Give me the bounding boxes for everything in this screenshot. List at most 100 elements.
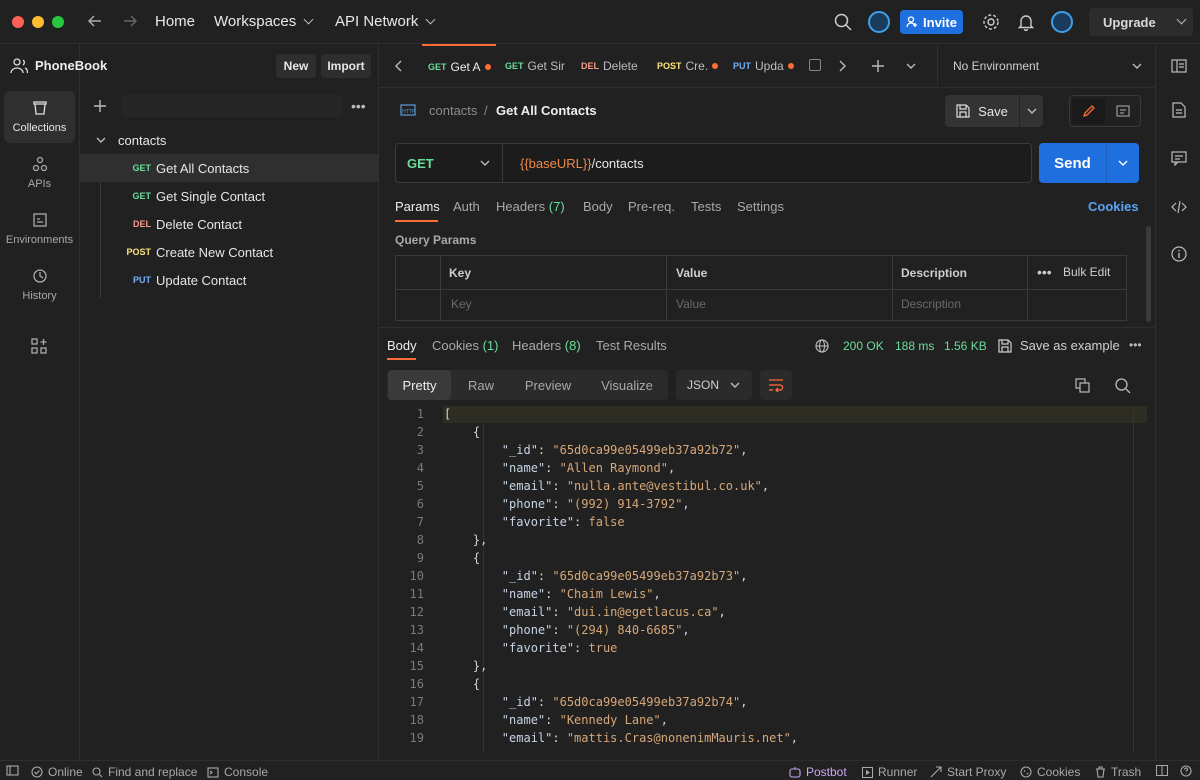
response-body-code[interactable]: 1 [2 {3 "_id": "65d0ca99e05499eb37a92b72"… [379, 405, 1147, 752]
response-size[interactable]: 1.56 KB [944, 339, 987, 353]
environment-selector[interactable]: No Environment [953, 59, 1039, 73]
wrap-lines-icon[interactable] [760, 370, 792, 400]
search-collections-input[interactable] [121, 95, 343, 117]
close-window-button[interactable] [12, 16, 24, 28]
response-tab-cookies[interactable]: Cookies (1) [432, 338, 498, 353]
tab-settings[interactable]: Settings [737, 199, 784, 214]
save-button[interactable]: Save [945, 95, 1019, 127]
search-icon[interactable] [834, 13, 852, 31]
two-pane-view-icon[interactable] [1156, 765, 1168, 776]
bulk-edit-button[interactable]: Bulk Edit [1063, 265, 1110, 279]
save-as-example-button[interactable]: Save as example [998, 338, 1120, 353]
chevron-left-icon[interactable] [395, 60, 403, 72]
tab-get-single-contact[interactable]: GET Get Sir [501, 44, 569, 88]
response-tab-headers[interactable]: Headers (8) [512, 338, 581, 353]
response-tab-body[interactable]: Body [387, 338, 417, 353]
cookies-button[interactable]: Cookies [1020, 765, 1080, 779]
help-icon[interactable] [1180, 765, 1192, 777]
add-collection-icon[interactable] [93, 99, 107, 113]
view-visualize[interactable]: Visualize [593, 370, 661, 400]
team-avatar[interactable] [868, 11, 890, 33]
method-select[interactable]: GET [396, 144, 503, 182]
layout-panel-icon[interactable] [1171, 58, 1187, 74]
more-options-icon[interactable]: ••• [1037, 264, 1052, 280]
rail-item-apis[interactable]: APIs [4, 147, 75, 199]
search-icon[interactable] [1115, 378, 1131, 394]
tab-params[interactable]: Params [395, 199, 440, 214]
tab-headers[interactable]: Headers (7) [496, 199, 565, 214]
maximize-window-button[interactable] [52, 16, 64, 28]
sidebar-request-get-all-contacts[interactable]: GET Get All Contacts [80, 154, 379, 182]
api-network-menu[interactable]: API Network [335, 13, 436, 30]
rail-item-history[interactable]: History [4, 259, 75, 311]
sidebar-request-update-contact[interactable]: PUT Update Contact [80, 266, 379, 294]
view-preview[interactable]: Preview [516, 370, 580, 400]
format-select[interactable]: JSON [676, 370, 752, 400]
import-button[interactable]: Import [321, 54, 371, 78]
value-input[interactable]: Value [676, 297, 706, 311]
request-scrollbar[interactable] [1146, 226, 1151, 322]
runner-button[interactable]: Runner [862, 765, 917, 779]
code-scrollbar[interactable] [1133, 405, 1134, 752]
tabs-menu-chevron-icon[interactable] [906, 61, 916, 71]
tab-body[interactable]: Body [583, 199, 613, 214]
new-tab-plus-icon[interactable] [871, 59, 885, 73]
more-options-icon[interactable]: ••• [351, 98, 366, 114]
toggle-sidebar-icon[interactable] [6, 765, 19, 776]
documentation-icon[interactable] [1172, 102, 1186, 118]
globe-icon[interactable] [815, 339, 829, 353]
user-avatar[interactable] [1051, 11, 1073, 33]
rail-item-collections[interactable]: Collections [4, 91, 75, 143]
workspaces-menu[interactable]: Workspaces [214, 13, 314, 30]
postbot-button[interactable]: Postbot [789, 765, 847, 779]
online-status[interactable]: Online [31, 765, 83, 779]
pane-divider[interactable] [379, 327, 1155, 328]
sidebar-request-delete-contact[interactable]: DEL Delete Contact [80, 210, 379, 238]
find-replace-button[interactable]: Find and replace [92, 765, 197, 779]
trash-button[interactable]: Trash [1095, 765, 1141, 779]
cookies-link[interactable]: Cookies [1088, 199, 1139, 214]
sidebar-request-get-single-contact[interactable]: GET Get Single Contact [80, 182, 379, 210]
tab-update-contact[interactable]: PUT Upda [729, 44, 799, 88]
tab-tests[interactable]: Tests [691, 199, 721, 214]
rail-item-environments[interactable]: Environments [4, 203, 75, 255]
key-input[interactable]: Key [451, 297, 472, 311]
view-pretty[interactable]: Pretty [388, 370, 451, 400]
info-icon[interactable] [1171, 246, 1187, 262]
description-input[interactable]: Description [901, 297, 961, 311]
minimize-window-button[interactable] [32, 16, 44, 28]
settings-gear-icon[interactable] [982, 13, 1000, 31]
back-arrow-icon[interactable] [87, 13, 103, 29]
breadcrumb-parent[interactable]: contacts [429, 103, 477, 118]
send-options-chevron-icon[interactable] [1107, 143, 1139, 183]
save-options-chevron-icon[interactable] [1020, 95, 1043, 127]
code-snippet-icon[interactable] [1171, 200, 1187, 214]
comments-icon[interactable] [1171, 151, 1187, 166]
tab-delete-contact[interactable]: DEL Delete [577, 44, 645, 88]
notifications-bell-icon[interactable] [1018, 13, 1034, 31]
configure-sidebar-icon[interactable] [31, 338, 47, 354]
comments-icon[interactable] [1108, 98, 1138, 124]
tab-get-all-contacts[interactable]: GET Get A [422, 44, 496, 88]
edit-pencil-icon[interactable] [1072, 98, 1105, 124]
copy-icon[interactable] [1075, 378, 1090, 393]
new-button[interactable]: New [276, 54, 316, 78]
invite-button[interactable]: Invite [900, 10, 963, 34]
forward-arrow-icon[interactable] [122, 13, 138, 29]
chevron-right-icon[interactable] [838, 60, 846, 72]
response-tab-test-results[interactable]: Test Results [596, 338, 667, 353]
tab-create-new-contact[interactable]: POST Cre. [653, 44, 723, 88]
collection-folder-contacts[interactable]: contacts [80, 126, 379, 154]
chevron-down-icon[interactable] [1132, 61, 1142, 71]
response-status[interactable]: 200 OK [843, 339, 884, 353]
start-proxy-button[interactable]: Start Proxy [930, 765, 1006, 779]
console-button[interactable]: Console [207, 765, 268, 779]
url-input[interactable]: {{baseURL}}/contacts [520, 144, 644, 182]
overflow-tab-icon[interactable] [809, 59, 821, 71]
upgrade-button[interactable]: Upgrade [1089, 8, 1193, 36]
tab-auth[interactable]: Auth [453, 199, 480, 214]
home-link[interactable]: Home [155, 13, 195, 30]
send-button[interactable]: Send [1039, 143, 1106, 183]
sidebar-request-create-new-contact[interactable]: POST Create New Contact [80, 238, 379, 266]
response-time[interactable]: 188 ms [895, 339, 934, 353]
